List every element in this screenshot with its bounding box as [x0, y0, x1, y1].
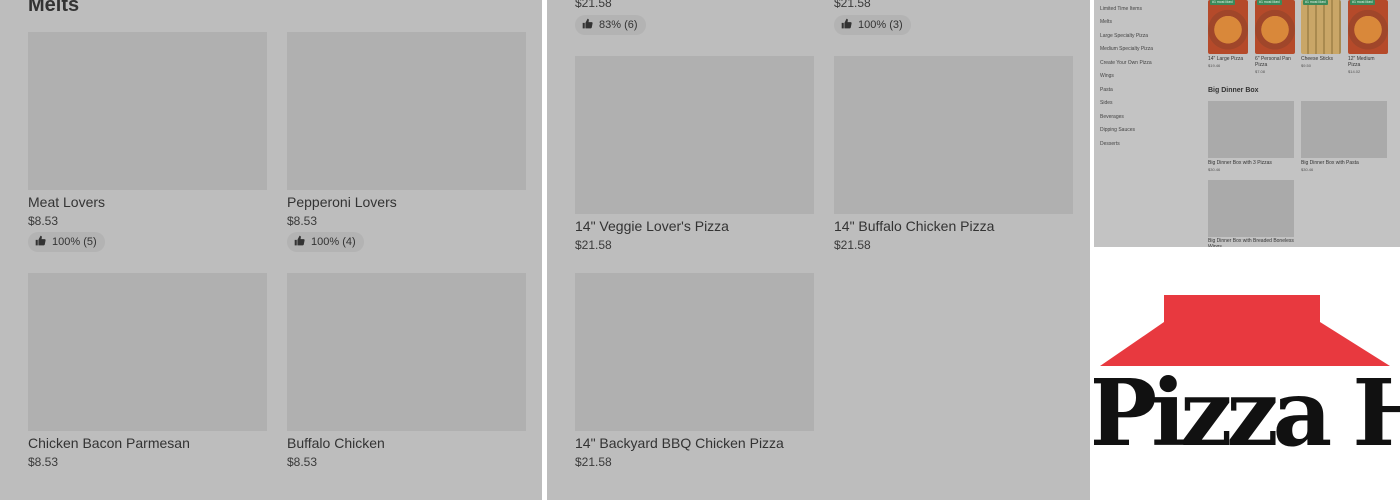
rating-badge: 100% (5) — [28, 232, 105, 252]
category-link[interactable]: Medium Specialty Pizza — [1100, 46, 1153, 52]
item-price: $19.46 — [1208, 63, 1221, 68]
menu-item-card[interactable]: Meat Lovers $8.53 100% (5) — [28, 32, 267, 252]
category-link[interactable]: Create Your Own Pizza — [1100, 60, 1152, 66]
item-price: $30.46 — [1301, 167, 1314, 172]
thumb-item-card[interactable]: #1 most liked 6" Personal Pan Pizza $7.0… — [1255, 0, 1295, 76]
menu-item-card[interactable]: Buffalo Chicken $8.53 — [287, 273, 526, 473]
item-image — [1208, 180, 1294, 237]
item-price: $7.08 — [1255, 69, 1266, 74]
item-name: Big Dinner Box with Pasta — [1301, 160, 1359, 166]
item-image — [287, 32, 526, 190]
menu-overview-thumbnail: Limited Time Items Melts Large Specialty… — [1094, 0, 1400, 247]
category-link[interactable]: Beverages — [1100, 114, 1124, 120]
item-image — [834, 56, 1073, 214]
large-pizza-section-panel: $21.58 83% (6) $21.58 100% (3) 14" Veggi… — [547, 0, 1090, 500]
item-image — [1255, 0, 1295, 54]
category-link[interactable]: Melts — [1100, 19, 1112, 25]
category-link[interactable]: Wings — [1100, 73, 1114, 79]
menu-item-card[interactable]: Chicken Bacon Parmesan $8.53 — [28, 273, 267, 473]
category-link[interactable]: Pasta — [1100, 87, 1113, 93]
item-image — [575, 56, 814, 214]
item-image — [28, 32, 267, 190]
item-image — [1208, 0, 1248, 54]
item-image — [1348, 0, 1388, 54]
thumb-item-card[interactable]: Big Dinner Box with 3 Pizzas $30.46 — [1208, 101, 1294, 173]
category-link[interactable]: Limited Time Items — [1100, 6, 1142, 12]
item-price: $21.58 — [834, 238, 871, 252]
item-image — [575, 273, 814, 431]
menu-item-card[interactable]: 14" Buffalo Chicken Pizza $21.58 — [834, 56, 1073, 256]
rating-text: 83% (6) — [599, 19, 638, 31]
thumbs-up-icon — [582, 18, 593, 32]
item-name: 6" Personal Pan Pizza — [1255, 56, 1291, 68]
section-title-big-dinner-box: Big Dinner Box — [1208, 87, 1259, 94]
category-link[interactable]: Large Specialty Pizza — [1100, 33, 1148, 39]
logo-wordmark: Pizza Hut — [1094, 359, 1400, 467]
item-price: $21.58 — [575, 0, 612, 10]
thumb-item-card[interactable]: Big Dinner Box with Breaded Boneless Win… — [1208, 180, 1294, 247]
category-link[interactable]: Desserts — [1100, 141, 1120, 147]
rating-badge: 100% (3) — [834, 15, 911, 35]
thumb-item-card[interactable]: #1 most liked Cheese Sticks $9.50 — [1301, 0, 1341, 72]
category-link[interactable]: Dipping Sauces — [1100, 127, 1135, 133]
melts-section-panel: Melts Meat Lovers $8.53 100% (5) Peppero… — [0, 0, 542, 500]
item-price: $21.58 — [834, 0, 871, 10]
thumbs-up-icon — [294, 235, 305, 249]
item-name: 14" Buffalo Chicken Pizza — [834, 218, 995, 234]
thumbs-up-icon — [841, 18, 852, 32]
thumb-item-card[interactable]: #1 most liked 14" Large Pizza $19.46 — [1208, 0, 1248, 72]
most-liked-badge: #1 most liked — [1210, 0, 1235, 5]
item-price: $14.02 — [1348, 69, 1361, 74]
pizza-hut-logo-panel: Pizza Hut — [1094, 247, 1400, 500]
item-image — [1301, 0, 1341, 54]
item-name: 14" Backyard BBQ Chicken Pizza — [575, 435, 784, 451]
menu-item-card[interactable]: 14" Backyard BBQ Chicken Pizza $21.58 — [575, 273, 814, 473]
most-liked-badge: #1 most liked — [1303, 0, 1328, 5]
rating-text: 100% (5) — [52, 236, 97, 248]
item-name: 12" Medium Pizza — [1348, 56, 1375, 68]
item-price: $8.53 — [28, 455, 59, 469]
item-image — [287, 273, 526, 431]
thumb-item-card[interactable]: #1 most liked 12" Medium Pizza $14.02 — [1348, 0, 1388, 76]
rating-text: 100% (3) — [858, 19, 903, 31]
rating-badge: 100% (4) — [287, 232, 364, 252]
item-price: $30.46 — [1208, 167, 1221, 172]
item-name: 14" Large Pizza — [1208, 56, 1244, 62]
section-title-melts: Melts — [28, 0, 80, 16]
item-price: $9.50 — [1301, 63, 1312, 68]
item-name: 14" Veggie Lover's Pizza — [575, 218, 729, 234]
item-price: $8.53 — [287, 455, 318, 469]
thumb-item-card[interactable]: Big Dinner Box with Pasta $30.46 — [1301, 101, 1387, 173]
item-name: Pepperoni Lovers — [287, 194, 397, 210]
pizza-hut-logo: Pizza Hut — [1094, 295, 1400, 467]
item-price: $21.58 — [575, 455, 612, 469]
logo-roof — [1100, 295, 1390, 366]
menu-item-card[interactable]: Pepperoni Lovers $8.53 100% (4) — [287, 32, 526, 252]
item-price: $21.58 — [575, 238, 612, 252]
item-name: Cheese Sticks — [1301, 56, 1333, 62]
category-link[interactable]: Sides — [1100, 100, 1113, 106]
item-price: $8.53 — [287, 214, 318, 228]
most-liked-badge: #1 most liked — [1257, 0, 1282, 5]
item-name: Big Dinner Box with 3 Pizzas — [1208, 160, 1272, 166]
menu-item-card[interactable]: 14" Veggie Lover's Pizza $21.58 — [575, 56, 814, 256]
rating-badge: 83% (6) — [575, 15, 646, 35]
item-name: Chicken Bacon Parmesan — [28, 435, 190, 451]
item-image — [1208, 101, 1294, 158]
item-name: Big Dinner Box with Breaded Boneless Win… — [1208, 238, 1294, 247]
most-liked-badge: #1 most liked — [1350, 0, 1375, 5]
item-price: $8.53 — [28, 214, 59, 228]
item-name: Meat Lovers — [28, 194, 106, 210]
rating-text: 100% (4) — [311, 236, 356, 248]
item-name: Buffalo Chicken — [287, 435, 385, 451]
item-image — [28, 273, 267, 431]
thumbs-up-icon — [35, 235, 46, 249]
item-image — [1301, 101, 1387, 158]
